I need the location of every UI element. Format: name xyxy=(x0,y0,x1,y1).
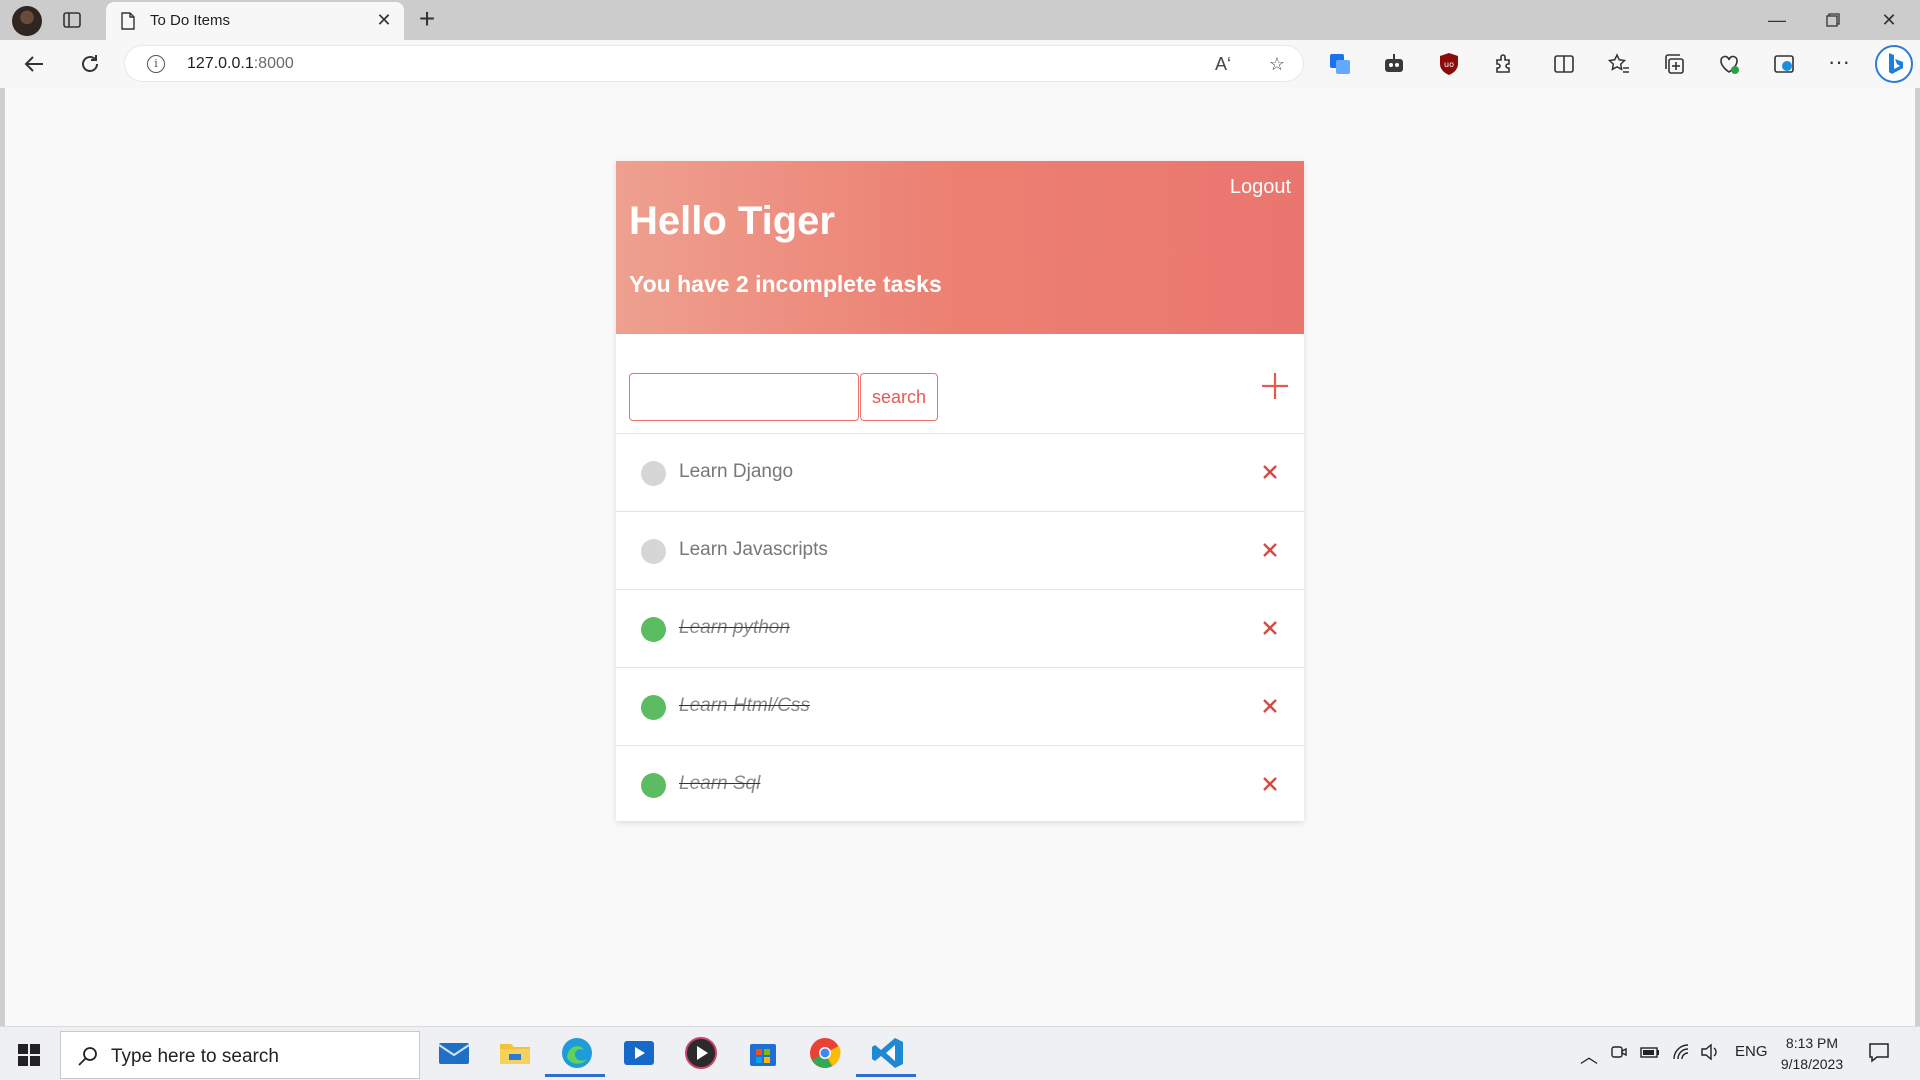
delete-task-icon[interactable] xyxy=(1261,775,1279,793)
mail-app-icon[interactable] xyxy=(436,1035,472,1071)
ublock-shield-icon[interactable]: uo xyxy=(1437,52,1461,76)
refresh-icon[interactable] xyxy=(76,50,104,78)
favorite-star-icon[interactable]: ☆ xyxy=(1266,53,1288,75)
greeting-heading: Hello Tiger xyxy=(629,199,835,243)
task-item[interactable]: Learn Django xyxy=(616,434,1304,512)
performance-icon[interactable] xyxy=(1772,52,1796,76)
browser-essentials-icon[interactable] xyxy=(1717,52,1741,76)
restore-icon[interactable] xyxy=(1820,8,1846,32)
url-host: 127.0.0.1 xyxy=(187,55,254,72)
new-tab-icon[interactable]: + xyxy=(414,4,440,34)
bing-chat-icon[interactable] xyxy=(1874,44,1914,84)
windows-taskbar: Type here to search ︿ ENG 8:13 PM 9/18/2… xyxy=(0,1026,1920,1080)
task-title[interactable]: Learn Sql xyxy=(679,773,760,795)
split-screen-icon[interactable] xyxy=(1552,52,1576,76)
tab-title: To Do Items xyxy=(150,12,231,29)
close-window-icon[interactable]: ✕ xyxy=(1876,8,1902,32)
video-editor-icon[interactable] xyxy=(621,1035,657,1071)
delete-task-icon[interactable] xyxy=(1261,697,1279,715)
battery-icon[interactable] xyxy=(1640,1043,1660,1065)
address-bar-row: i 127.0.0.1:8000 A‘ ☆ uo ··· xyxy=(0,40,1920,88)
todo-card: Logout Hello Tiger You have 2 incomplete… xyxy=(616,161,1304,821)
vscode-icon[interactable] xyxy=(856,1035,916,1077)
logout-link[interactable]: Logout xyxy=(1230,176,1291,199)
complete-status-dot[interactable] xyxy=(641,695,666,720)
delete-task-icon[interactable] xyxy=(1261,463,1279,481)
todo-header: Logout Hello Tiger You have 2 incomplete… xyxy=(616,161,1304,334)
complete-status-dot[interactable] xyxy=(641,617,666,642)
search-icon xyxy=(77,1045,99,1067)
add-task-icon[interactable] xyxy=(1260,371,1290,401)
minimize-icon[interactable]: — xyxy=(1764,8,1790,32)
notifications-icon[interactable] xyxy=(1868,1041,1890,1067)
back-icon[interactable] xyxy=(20,50,48,78)
favorites-icon[interactable] xyxy=(1607,52,1631,76)
meet-now-icon[interactable] xyxy=(1610,1043,1628,1065)
incomplete-count-text: You have 2 incomplete tasks xyxy=(629,271,942,297)
url-text: 127.0.0.1:8000 xyxy=(187,55,294,73)
microsoft-store-icon[interactable] xyxy=(745,1035,781,1071)
system-clock[interactable]: 8:13 PM 9/18/2023 xyxy=(1770,1033,1854,1075)
translate-icon[interactable] xyxy=(1328,52,1352,76)
incomplete-status-dot[interactable] xyxy=(641,461,666,486)
file-explorer-icon[interactable] xyxy=(497,1035,533,1071)
show-hidden-icons-icon[interactable]: ︿ xyxy=(1580,1043,1598,1069)
delete-task-icon[interactable] xyxy=(1261,541,1279,559)
taskbar-search-box[interactable]: Type here to search xyxy=(60,1031,420,1079)
task-item[interactable]: Learn python xyxy=(616,590,1304,668)
incomplete-status-dot[interactable] xyxy=(641,539,666,564)
task-title[interactable]: Learn Javascripts xyxy=(679,539,828,561)
task-title[interactable]: Learn Html/Css xyxy=(679,695,810,717)
language-indicator[interactable]: ENG xyxy=(1735,1043,1768,1060)
task-title[interactable]: Learn Django xyxy=(679,461,793,483)
network-wifi-icon[interactable] xyxy=(1672,1043,1692,1065)
active-tab[interactable]: To Do Items ✕ xyxy=(106,2,404,40)
task-item[interactable]: Learn Html/Css xyxy=(616,668,1304,746)
clock-date: 9/18/2023 xyxy=(1780,1056,1844,1072)
page-icon xyxy=(120,12,136,30)
tab-actions-icon[interactable] xyxy=(62,10,82,30)
site-info-icon[interactable]: i xyxy=(147,55,165,73)
url-port: :8000 xyxy=(253,55,294,72)
delete-task-icon[interactable] xyxy=(1261,619,1279,637)
chrome-icon[interactable] xyxy=(807,1035,843,1071)
volume-icon[interactable] xyxy=(1700,1043,1720,1065)
url-field[interactable]: i 127.0.0.1:8000 A‘ ☆ xyxy=(124,45,1304,82)
windows-start-icon[interactable] xyxy=(18,1044,40,1066)
active-app-indicator xyxy=(545,1074,605,1077)
robot-extension-icon[interactable] xyxy=(1382,52,1406,76)
active-app-indicator xyxy=(856,1074,916,1077)
close-tab-icon[interactable]: ✕ xyxy=(374,11,394,29)
search-button[interactable]: search xyxy=(860,373,938,421)
taskbar-search-placeholder: Type here to search xyxy=(111,1046,279,1067)
task-title[interactable]: Learn python xyxy=(679,617,790,639)
extensions-puzzle-icon[interactable] xyxy=(1492,52,1516,76)
task-item[interactable]: Learn Sql xyxy=(616,746,1304,824)
profile-avatar[interactable] xyxy=(12,6,42,36)
complete-status-dot[interactable] xyxy=(641,773,666,798)
search-input[interactable] xyxy=(629,373,859,421)
edge-browser-icon[interactable] xyxy=(545,1035,605,1077)
task-item[interactable]: Learn Javascripts xyxy=(616,512,1304,590)
more-menu-icon[interactable]: ··· xyxy=(1827,51,1851,76)
svg-text:uo: uo xyxy=(1444,60,1454,69)
page-viewport: Logout Hello Tiger You have 2 incomplete… xyxy=(5,88,1915,1026)
read-aloud-icon[interactable]: A‘ xyxy=(1212,53,1234,75)
clock-time: 8:13 PM xyxy=(1785,1035,1839,1051)
media-player-icon[interactable] xyxy=(683,1035,719,1071)
search-row: search xyxy=(616,334,1304,434)
collections-icon[interactable] xyxy=(1662,52,1686,76)
task-list: Learn Django Learn Javascripts Learn pytho… xyxy=(616,434,1304,824)
browser-tab-bar: To Do Items ✕ + — ✕ xyxy=(0,0,1920,40)
